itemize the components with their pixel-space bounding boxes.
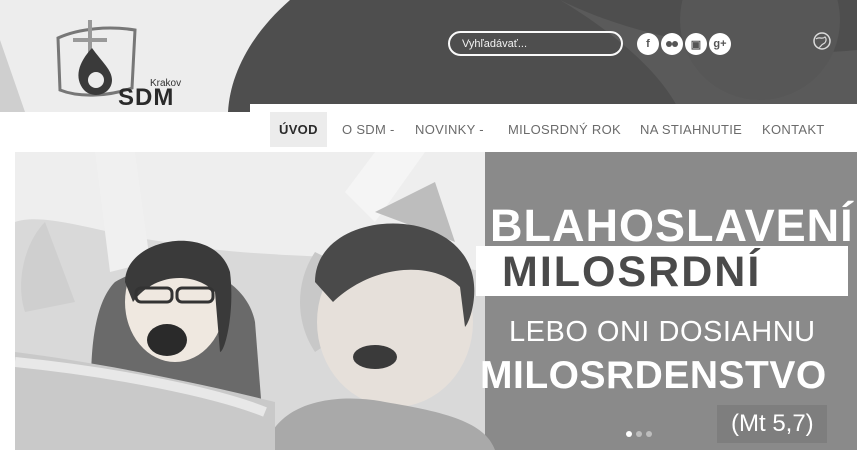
search-box[interactable] [448,31,623,56]
google-plus-icon[interactable]: g+ [709,33,731,55]
slider-dot-3[interactable] [646,431,652,437]
main-navigation: ÚVOD O SDM - NOVINKY - MILOSRDNÝ ROK NA … [0,112,857,152]
nav-item-milosrdny-rok[interactable]: MILOSRDNÝ ROK [508,122,621,137]
youtube-icon[interactable]: ▣ [685,33,707,55]
search-input[interactable] [462,36,612,52]
language-icon[interactable] [811,30,833,52]
hero-bible-reference: (Mt 5,7) [731,410,814,437]
logo-sdm-label: SDM [118,84,175,111]
hero-headline-line3: LEBO ONI DOSIAHNU [509,316,816,348]
hero-headline-line4: MILOSRDENSTVO [480,354,827,397]
nav-item-o-sdm[interactable]: O SDM - [342,122,395,137]
nav-item-uvod[interactable]: ÚVOD [270,112,327,147]
slider-dot-1[interactable] [626,431,632,437]
hero-headline-line2: MILOSRDNÍ [502,248,762,296]
nav-item-novinky[interactable]: NOVINKY - [415,122,484,137]
site-header: Krakov SDM f ▣ g+ [0,0,857,112]
nav-item-na-stiahnutie[interactable]: NA STIAHNUTIE [640,122,742,137]
flickr-icon[interactable] [661,33,683,55]
hero-headline-line1: BLAHOSLAVENÍ [490,200,854,251]
facebook-icon[interactable]: f [637,33,659,55]
slider-dot-2[interactable] [636,431,642,437]
nav-item-kontakt[interactable]: KONTAKT [762,122,825,137]
